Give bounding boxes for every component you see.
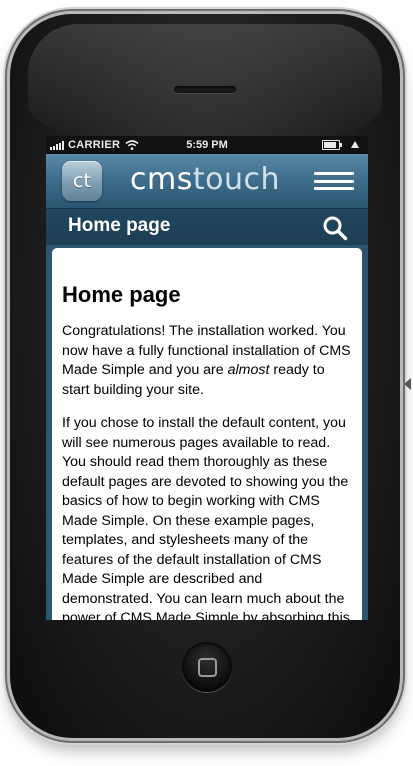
- paragraph-1-emphasis: almost: [227, 362, 270, 378]
- home-button[interactable]: [182, 642, 232, 692]
- phone-screen: CARRIER 5:59 PM ct cmstouch Home page Ho…: [46, 136, 368, 620]
- location-arrow-icon: [351, 141, 359, 148]
- content-paragraph-2: If you chose to install the default cont…: [62, 415, 350, 620]
- logo-text-cms: cms: [130, 162, 193, 197]
- logo-badge[interactable]: ct: [62, 161, 102, 201]
- phone-gloss: [28, 24, 382, 144]
- search-icon[interactable]: [322, 215, 348, 241]
- hamburger-menu-icon[interactable]: [314, 172, 354, 190]
- battery-icon: [322, 140, 342, 150]
- earpiece-speaker: [174, 86, 236, 93]
- content-panel: Home page Congratulations! The installat…: [52, 248, 362, 620]
- page-title: Home page: [68, 215, 171, 236]
- status-bar: CARRIER 5:59 PM: [46, 136, 368, 154]
- content-heading: Home page: [62, 282, 181, 307]
- logo-wordmark[interactable]: cmstouch: [130, 162, 280, 198]
- side-arrow-icon: [404, 378, 411, 390]
- status-time: 5:59 PM: [186, 139, 228, 151]
- logo-text-touch: touch: [192, 162, 280, 197]
- content-paragraph-1: Congratulations! The installation worked…: [62, 322, 352, 400]
- page-title-bar: Home page: [46, 208, 368, 245]
- home-button-icon: [198, 658, 217, 677]
- app-header: ct cmstouch: [46, 154, 368, 208]
